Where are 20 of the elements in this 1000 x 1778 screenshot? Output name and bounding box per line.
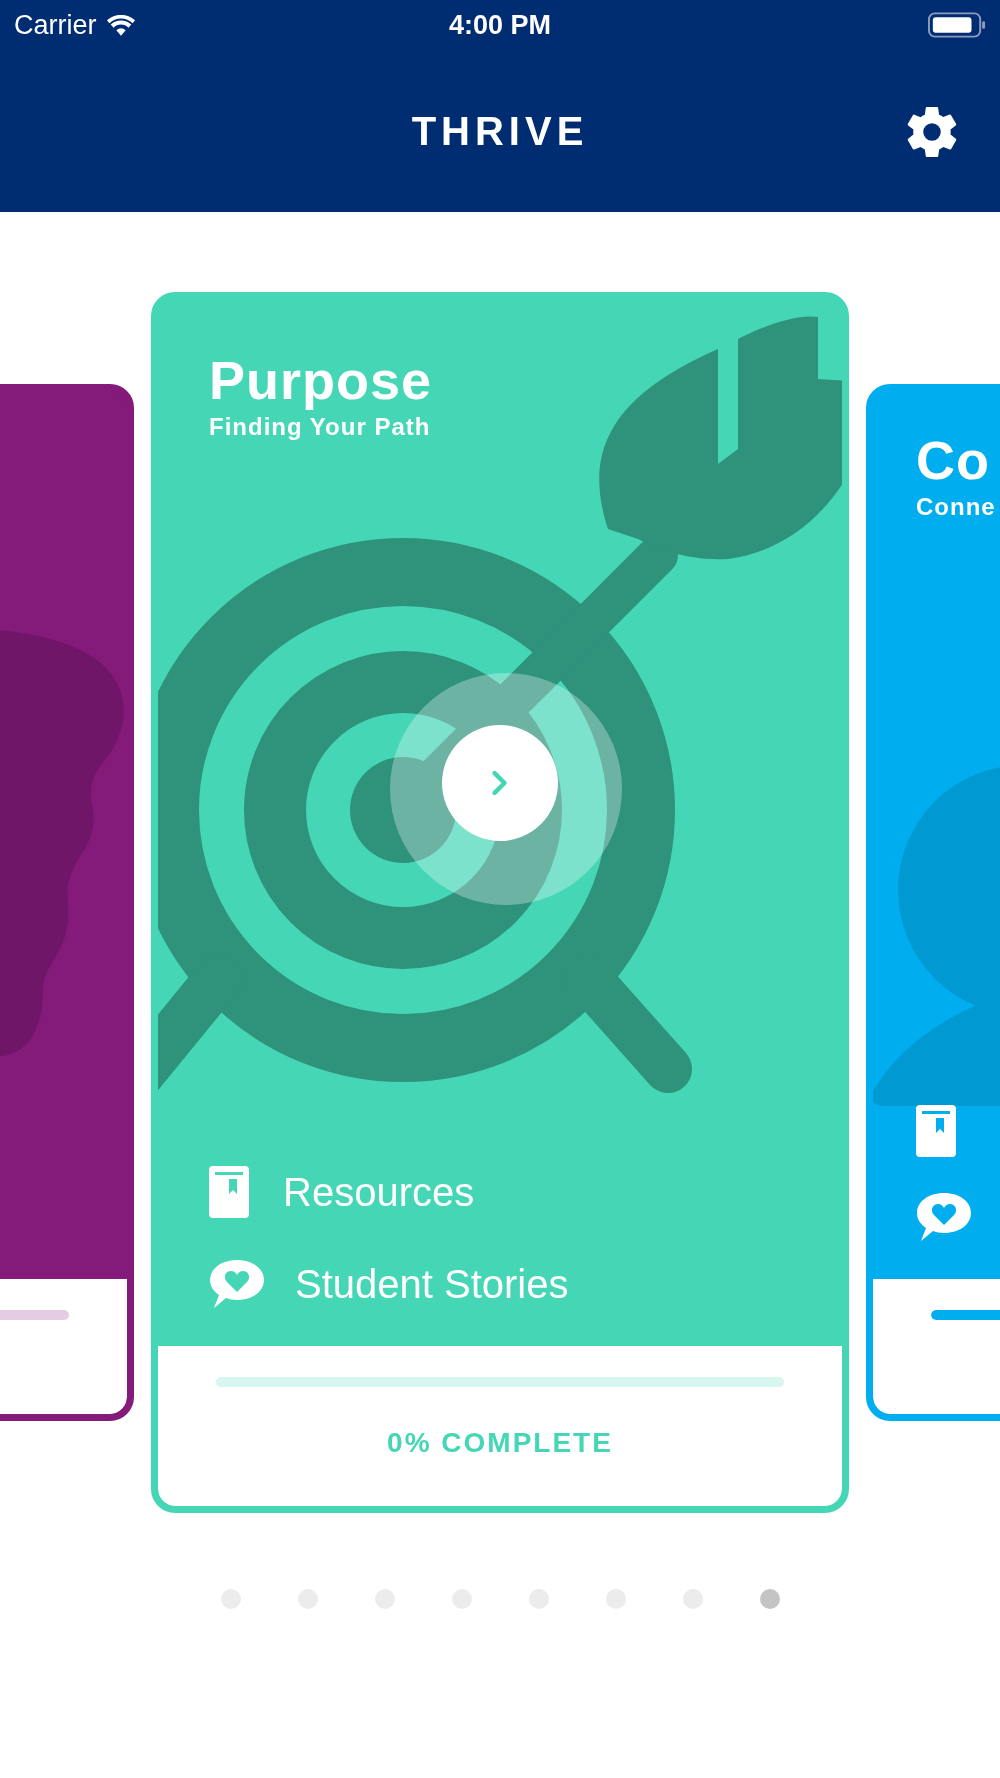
status-time: 4:00 PM xyxy=(448,9,551,41)
card-title: Co xyxy=(916,429,990,492)
card-title: Purpose xyxy=(209,349,433,412)
topic-card[interactable]: Purpose Finding Your Path Resources Student Stories 0% COMPLETE xyxy=(151,292,849,1513)
topic-card[interactable]: Co Conne xyxy=(866,384,1000,1421)
progress-label: 0% COMPLETE xyxy=(387,1427,613,1459)
card-link[interactable]: Resources xyxy=(283,1168,475,1216)
card-subtitle: Finding Your Path xyxy=(209,413,431,442)
battery-icon xyxy=(928,12,986,38)
book-icon xyxy=(209,1166,249,1218)
speech-heart-icon xyxy=(209,1258,265,1310)
wifi-icon xyxy=(106,14,135,36)
card-subtitle: Conne xyxy=(916,493,996,522)
book-icon xyxy=(916,1105,956,1157)
card-link[interactable]: Student Stories xyxy=(295,1260,569,1308)
app-title: THRIVE xyxy=(411,108,589,154)
chevron-icon xyxy=(491,769,509,797)
speech-heart-icon xyxy=(916,1191,972,1243)
page-dot[interactable] xyxy=(759,1589,780,1609)
carrier-name: Carrier xyxy=(14,9,97,41)
